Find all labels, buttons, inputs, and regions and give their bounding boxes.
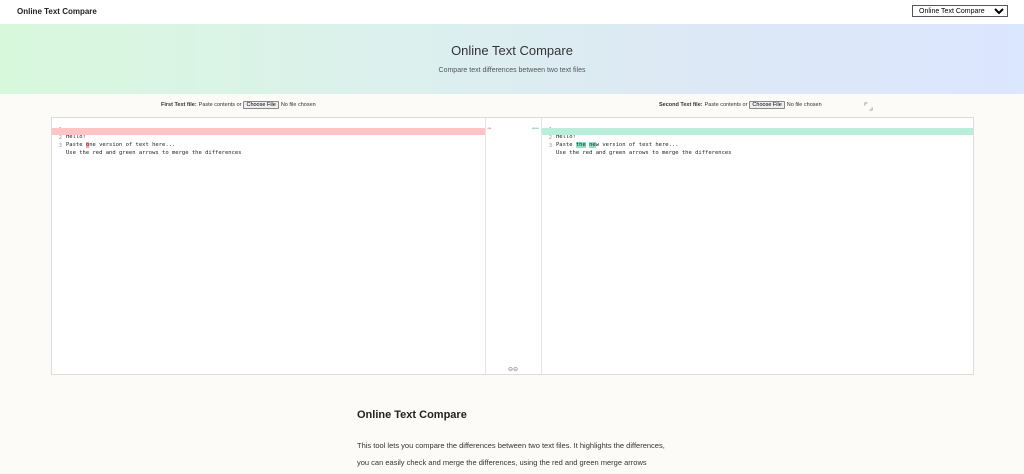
left-text-pane[interactable]: 1 Hello! 2 Paste one version of text her… bbox=[52, 118, 485, 374]
second-file-label: Second Text file: bbox=[659, 102, 703, 108]
line-text: Use the red and green arrows to merge th… bbox=[556, 150, 732, 156]
second-choose-file-button[interactable]: Choose File bbox=[749, 101, 785, 109]
article-heading: Online Text Compare bbox=[357, 409, 467, 421]
hero-banner: Online Text Compare Compare text differe… bbox=[0, 24, 1024, 94]
line-number: 3 bbox=[58, 143, 62, 149]
brand-logo-text[interactable]: Online Text Compare bbox=[17, 7, 97, 16]
right-line-1[interactable]: 1 Hello! bbox=[542, 120, 973, 140]
sync-scroll-link-icon[interactable]: ⊖⊖ bbox=[508, 366, 518, 373]
page-subtitle: Compare text differences between two tex… bbox=[438, 67, 586, 74]
line-text: Paste one version of text here... bbox=[66, 142, 175, 149]
right-text-pane[interactable]: 1 Hello! 2 Paste the new version of text… bbox=[542, 118, 973, 374]
right-line-2-added[interactable]: 2 Paste the new version of text here... bbox=[542, 128, 973, 148]
article-paragraph: you can easily check and merge the diffe… bbox=[357, 458, 647, 467]
page-title: Online Text Compare bbox=[451, 43, 573, 58]
first-choose-file-button[interactable]: Choose File bbox=[243, 101, 279, 109]
second-file-row: Second Text file: Paste contents or Choo… bbox=[659, 101, 822, 109]
second-file-status: No file chosen bbox=[786, 102, 822, 108]
top-bar: Online Text Compare Online Text Compare bbox=[0, 0, 1024, 24]
left-line-3[interactable]: 3 Use the red and green arrows to merge … bbox=[52, 136, 485, 156]
fullscreen-expand-icon[interactable] bbox=[864, 102, 873, 111]
article-paragraph: This tool lets you compare the differenc… bbox=[357, 441, 665, 450]
line-text: Paste the new version of text here... bbox=[556, 142, 679, 149]
merge-left-arrow-icon[interactable]: ⟸ bbox=[532, 126, 539, 132]
right-line-3[interactable]: 3 Use the red and green arrows to merge … bbox=[542, 136, 973, 156]
first-file-hint: Paste contents or bbox=[198, 102, 242, 108]
first-file-status: No file chosen bbox=[280, 102, 316, 108]
first-file-label: First Text file: bbox=[161, 102, 197, 108]
first-file-row: First Text file: Paste contents or Choos… bbox=[161, 101, 316, 109]
merge-gutter: ⇒ ⟸ bbox=[485, 118, 542, 374]
tool-select-dropdown[interactable]: Online Text Compare bbox=[912, 5, 1008, 17]
merge-right-arrow-icon[interactable]: ⇒ bbox=[487, 126, 491, 132]
left-line-1[interactable]: 1 Hello! bbox=[52, 120, 485, 140]
second-file-hint: Paste contents or bbox=[704, 102, 748, 108]
line-text: Use the red and green arrows to merge th… bbox=[66, 150, 242, 156]
left-line-2-deleted[interactable]: 2 Paste one version of text here... bbox=[52, 128, 485, 148]
line-number: 3 bbox=[548, 143, 552, 149]
diff-editor: 1 Hello! 2 Paste one version of text her… bbox=[51, 117, 974, 375]
